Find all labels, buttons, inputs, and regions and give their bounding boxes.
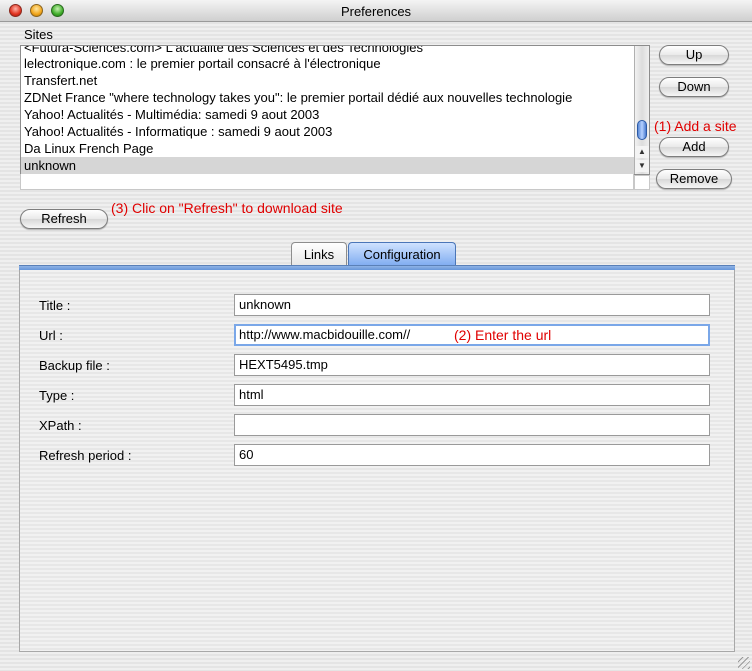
scroll-up-arrow-icon[interactable]: ▲ bbox=[635, 146, 649, 158]
sites-list[interactable]: <Futura-Sciences.com> L'actualité des Sc… bbox=[20, 45, 650, 175]
annotation-add-site: (1) Add a site bbox=[654, 118, 737, 134]
list-item[interactable]: ZDNet France "where technology takes you… bbox=[21, 89, 635, 106]
list-item[interactable]: Yahoo! Actualités - Multimédia: samedi 9… bbox=[21, 106, 635, 123]
sites-list-scrollbar[interactable]: ▲ ▼ bbox=[634, 46, 649, 174]
horizontal-scrollbar[interactable] bbox=[20, 174, 634, 190]
refresh-period-field[interactable]: 60 bbox=[234, 444, 710, 466]
remove-button[interactable]: Remove bbox=[656, 169, 732, 189]
annotation-enter-url: (2) Enter the url bbox=[454, 327, 552, 343]
tab-configuration[interactable]: Configuration bbox=[348, 242, 456, 266]
url-label: Url : bbox=[39, 328, 63, 343]
backup-file-field[interactable]: HEXT5495.tmp bbox=[234, 354, 710, 376]
list-item[interactable]: Yahoo! Actualités - Informatique : samed… bbox=[21, 123, 635, 140]
tab-links[interactable]: Links bbox=[291, 242, 347, 266]
scrollbar-corner bbox=[634, 175, 650, 190]
sites-label: Sites bbox=[24, 27, 53, 42]
type-field[interactable]: html bbox=[234, 384, 710, 406]
backup-file-label: Backup file : bbox=[39, 358, 110, 373]
list-item-selected[interactable]: unknown bbox=[21, 157, 635, 174]
title-field[interactable]: unknown bbox=[234, 294, 710, 316]
window-titlebar: Preferences bbox=[0, 0, 752, 22]
window-title: Preferences bbox=[340, 4, 412, 19]
refresh-period-label: Refresh period : bbox=[39, 448, 132, 463]
type-label: Type : bbox=[39, 388, 75, 403]
up-button[interactable]: Up bbox=[659, 45, 729, 65]
annotation-refresh: (3) Clic on "Refresh" to download site bbox=[111, 200, 343, 216]
xpath-label: XPath : bbox=[39, 418, 82, 433]
scrollbar-thumb[interactable] bbox=[637, 120, 647, 140]
down-button[interactable]: Down bbox=[659, 77, 729, 97]
url-value: http://www.macbidouille.com// bbox=[239, 327, 411, 342]
add-button[interactable]: Add bbox=[659, 137, 729, 157]
list-item[interactable]: Transfert.net bbox=[21, 72, 635, 89]
title-label: Title : bbox=[39, 298, 71, 313]
refresh-button[interactable]: Refresh bbox=[20, 209, 108, 229]
scroll-down-arrow-icon[interactable]: ▼ bbox=[635, 160, 649, 172]
list-item[interactable]: Da Linux French Page bbox=[21, 140, 635, 157]
xpath-field[interactable] bbox=[234, 414, 710, 436]
list-item[interactable]: lelectronique.com : le premier portail c… bbox=[21, 55, 635, 72]
window-resize-grip[interactable] bbox=[738, 657, 750, 669]
